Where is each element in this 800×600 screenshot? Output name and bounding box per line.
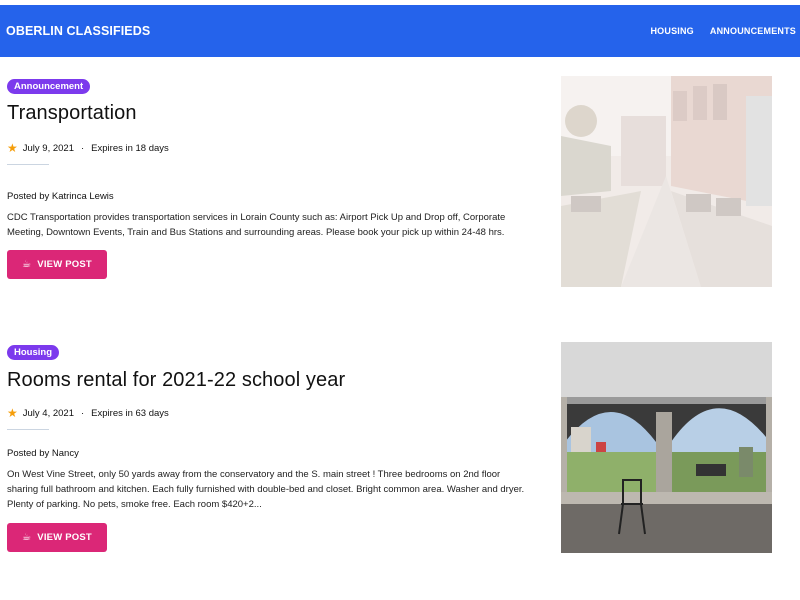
meta-separator: · bbox=[81, 142, 85, 154]
coffee-cup-icon: ☕ bbox=[22, 532, 32, 543]
site-brand[interactable]: OBERLIN CLASSIFIEDS bbox=[6, 24, 150, 38]
nav-link-housing[interactable]: HOUSING bbox=[650, 26, 693, 36]
coffee-cup-icon: ☕ bbox=[22, 259, 32, 270]
meta-separator: · bbox=[81, 407, 85, 419]
post-author: Posted by Katrinca Lewis bbox=[7, 191, 114, 202]
view-post-button[interactable]: ☕ VIEW POST bbox=[7, 250, 107, 279]
post-image-porch[interactable] bbox=[561, 342, 772, 553]
post-card-transportation: Announcement Transportation ★ July 9, 20… bbox=[7, 76, 537, 279]
view-post-label: VIEW POST bbox=[37, 532, 92, 543]
meta-divider bbox=[7, 429, 49, 430]
meta-divider bbox=[7, 164, 49, 165]
post-expiry: Expires in 63 days bbox=[91, 407, 169, 419]
post-description: On West Vine Street, only 50 yards away … bbox=[7, 469, 525, 510]
post-title: Rooms rental for 2021-22 school year bbox=[7, 369, 346, 391]
post-expiry: Expires in 18 days bbox=[91, 142, 169, 154]
post-card-rooms-rental: Housing Rooms rental for 2021-22 school … bbox=[7, 342, 537, 552]
star-icon: ★ bbox=[7, 406, 18, 420]
view-post-button[interactable]: ☕ VIEW POST bbox=[7, 523, 107, 552]
top-navbar: OBERLIN CLASSIFIEDS HOUSING ANNOUNCEMENT… bbox=[0, 5, 800, 57]
post-author: Posted by Nancy bbox=[7, 448, 79, 459]
street-scene-image bbox=[561, 76, 772, 287]
star-icon: ★ bbox=[7, 141, 18, 155]
post-image-street[interactable] bbox=[561, 76, 772, 287]
category-badge[interactable]: Housing bbox=[7, 345, 59, 360]
post-date: July 9, 2021 bbox=[22, 142, 74, 154]
nav-links: HOUSING ANNOUNCEMENTS bbox=[650, 26, 796, 36]
post-description: CDC Transportation provides transportati… bbox=[7, 212, 506, 238]
post-date: July 4, 2021 bbox=[22, 407, 74, 419]
post-meta: ★ July 9, 2021 · Expires in 18 days bbox=[7, 142, 537, 154]
post-title: Transportation bbox=[7, 102, 137, 124]
category-badge[interactable]: Announcement bbox=[7, 79, 91, 94]
post-meta: ★ July 4, 2021 · Expires in 63 days bbox=[7, 407, 537, 419]
view-post-label: VIEW POST bbox=[37, 259, 92, 270]
porch-view-image bbox=[561, 342, 772, 553]
nav-link-announcements[interactable]: ANNOUNCEMENTS bbox=[710, 26, 796, 36]
